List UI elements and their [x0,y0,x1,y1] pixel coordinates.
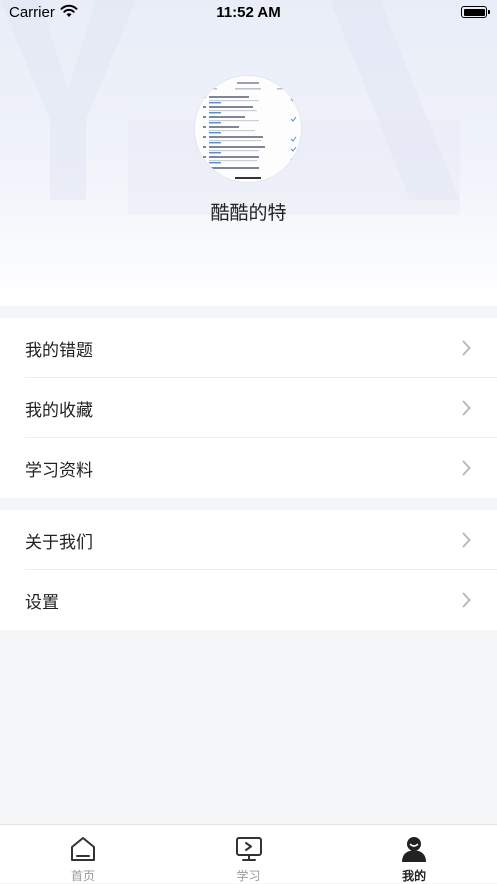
menu-item-label: 我的收藏 [25,400,93,420]
menu-item-study-materials[interactable]: 学习资料 [0,438,497,498]
menu-item-favorites[interactable]: 我的收藏 [0,378,497,438]
username: 酷酷的特 [210,203,287,224]
menu-group-app: 关于我们 设置 [0,510,497,630]
tab-study[interactable]: 学习 [166,825,332,883]
tab-bar: 首页 学习 我的 [0,824,497,883]
chevron-right-icon [462,400,471,416]
tab-label: 我的 [402,869,427,883]
menu-item-settings[interactable]: 设置 [0,570,497,630]
tab-label: 学习 [236,869,261,883]
avatar[interactable] [195,76,301,182]
tab-home[interactable]: 首页 [0,825,166,883]
battery-icon [461,6,490,18]
chevron-right-icon [462,340,471,356]
menu-item-label: 关于我们 [25,532,93,552]
menu-item-label: 设置 [25,592,59,612]
menu-item-label: 学习资料 [25,460,93,480]
home-icon [70,837,95,861]
user-icon [402,837,427,862]
avatar-image [195,76,301,182]
status-time: 11:52 AM [216,4,281,21]
menu-item-wrong-questions[interactable]: 我的错题 [0,318,497,378]
chevron-right-icon [462,460,471,476]
menu-item-about-us[interactable]: 关于我们 [0,510,497,570]
profile-header: 酷酷的特 [0,0,497,306]
tab-mine[interactable]: 我的 [331,825,497,883]
play-screen-icon [235,837,262,861]
chevron-right-icon [462,592,471,608]
status-bar: Carrier 11:52 AM [0,0,497,26]
menu-item-label: 我的错题 [25,340,93,360]
menu-group-study: 我的错题 我的收藏 学习资料 [0,318,497,498]
chevron-right-icon [462,532,471,548]
tab-label: 首页 [70,869,95,883]
